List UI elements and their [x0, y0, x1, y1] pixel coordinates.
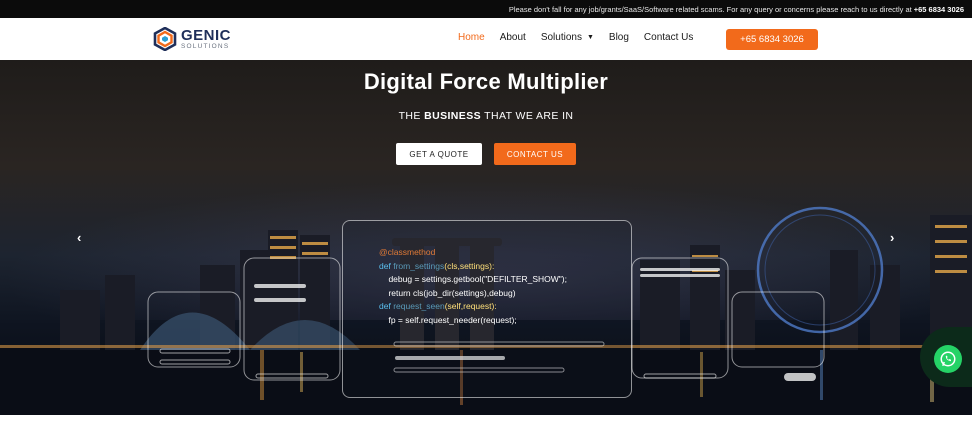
site-header: GENIC SOLUTIONS Home About Solutions ▼ Bl…	[0, 18, 972, 60]
phone-button[interactable]: +65 6834 3026	[726, 29, 818, 50]
main-nav: Home About Solutions ▼ Blog Contact Us	[458, 32, 708, 43]
chevron-down-icon: ▼	[586, 34, 594, 41]
announcement-phone[interactable]: +65 6834 3026	[914, 5, 964, 14]
site-logo[interactable]: GENIC SOLUTIONS	[153, 25, 231, 53]
whatsapp-button[interactable]	[934, 345, 962, 373]
announcement-bar: Please don't fall for any job/grants/Saa…	[0, 0, 972, 18]
slider-next-arrow-icon[interactable]: ›	[890, 230, 894, 245]
contact-us-button[interactable]: CONTACT US	[494, 143, 576, 165]
hero-title: Digital Force Multiplier	[363, 69, 609, 94]
nav-about[interactable]: About	[500, 32, 526, 43]
brand-name: GENIC	[181, 26, 232, 44]
nav-blog[interactable]: Blog	[609, 32, 629, 43]
nav-solutions[interactable]: Solutions ▼	[541, 32, 594, 43]
whatsapp-icon	[940, 351, 956, 367]
genic-hexagon-logo-icon	[153, 27, 177, 51]
code-snippet: @classmethod def from_settings(cls,setti…	[379, 247, 568, 325]
announcement-text: Please don't fall for any job/grants/Saa…	[508, 4, 912, 14]
hero-subtitle: THE BUSINESS THAT WE ARE IN	[398, 110, 574, 122]
nav-home[interactable]: Home	[458, 32, 485, 43]
slider-prev-arrow-icon[interactable]: ‹	[77, 230, 81, 245]
get-quote-button[interactable]: GET A QUOTE	[396, 143, 482, 165]
next-section-strip	[0, 415, 972, 432]
nav-contact[interactable]: Contact Us	[644, 32, 693, 43]
brand-tagline: SOLUTIONS	[181, 42, 230, 50]
hero-slider: Digital Force Multiplier THE BUSINESS TH…	[0, 60, 972, 415]
